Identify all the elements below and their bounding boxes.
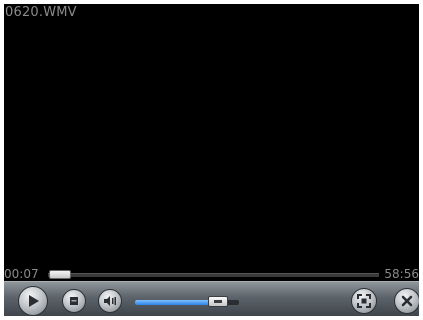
video-area[interactable]: 0620.WMV xyxy=(4,4,419,268)
seek-bar[interactable] xyxy=(48,273,379,277)
play-button[interactable] xyxy=(18,286,48,316)
control-bar xyxy=(4,281,419,316)
fullscreen-icon xyxy=(357,294,371,308)
file-name-label: 0620.WMV xyxy=(5,5,77,20)
volume-button[interactable] xyxy=(98,289,122,313)
fullscreen-button[interactable] xyxy=(351,288,377,314)
total-time: 58:56 xyxy=(384,267,419,281)
close-button[interactable] xyxy=(394,288,419,314)
elapsed-time: 00:07 xyxy=(4,267,39,281)
seek-handle[interactable] xyxy=(48,270,71,279)
stop-button[interactable] xyxy=(62,289,86,313)
play-icon xyxy=(29,295,39,307)
volume-handle[interactable] xyxy=(208,296,229,307)
stop-icon xyxy=(70,297,78,305)
speaker-icon xyxy=(104,296,116,306)
close-icon xyxy=(401,295,413,307)
seek-row: 00:07 58:56 xyxy=(4,268,419,281)
media-player: 0620.WMV 00:07 58:56 xyxy=(4,4,419,316)
volume-fill xyxy=(135,300,219,305)
